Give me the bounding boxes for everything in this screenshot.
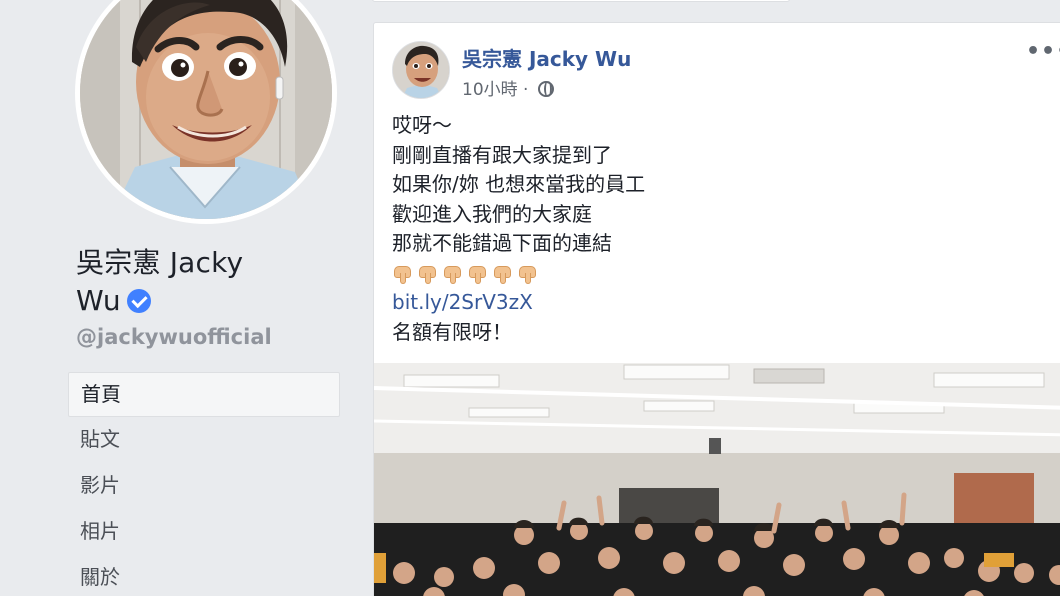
group-photo-illustration bbox=[374, 363, 1060, 596]
post-timestamp[interactable]: 10小時 bbox=[462, 80, 518, 100]
page-title-line1: 吳宗憲 Jacky bbox=[76, 246, 244, 279]
post-card: 吳宗憲 Jacky Wu 10小時 · ••• 哎呀～ 剛剛直播有跟大家提到了 … bbox=[373, 22, 1060, 596]
post-body: 哎呀～ 剛剛直播有跟大家提到了 如果你/妳 也想來當我的員工 歡迎進入我們的大家… bbox=[392, 111, 1032, 347]
profile-picture-frame[interactable] bbox=[75, 0, 337, 224]
globe-icon[interactable] bbox=[537, 81, 554, 97]
profile-picture[interactable] bbox=[80, 0, 332, 219]
composer-card-edge bbox=[372, 0, 790, 2]
meta-separator: · bbox=[523, 80, 529, 100]
page-sidebar: 吳宗憲 Jacky Wu @jackywuofficial 首頁 貼文 影片 相… bbox=[0, 0, 356, 596]
verified-badge-icon bbox=[126, 289, 151, 313]
nav-item-posts[interactable]: 貼文 bbox=[68, 418, 340, 463]
composer-strip bbox=[356, 0, 1060, 22]
pointing-down-icon bbox=[467, 263, 489, 285]
nav-item-home[interactable]: 首頁 bbox=[68, 372, 340, 417]
post-link[interactable]: bit.ly/2SrV3zX bbox=[392, 290, 533, 314]
nav-item-photos[interactable]: 相片 bbox=[68, 510, 340, 555]
post-author-avatar[interactable] bbox=[392, 41, 450, 99]
profile-face-illustration bbox=[80, 0, 332, 219]
page-title[interactable]: 吳宗憲 Jacky Wu bbox=[76, 244, 336, 320]
nav-item-about[interactable]: 關於 bbox=[68, 556, 340, 596]
page-title-line2: Wu bbox=[76, 284, 121, 317]
post-line: 如果你/妳 也想來當我的員工 bbox=[392, 172, 646, 196]
page-nav: 首頁 貼文 影片 相片 關於 bbox=[68, 372, 340, 596]
post-meta: 10小時 · bbox=[462, 75, 554, 100]
post-line: 剛剛直播有跟大家提到了 bbox=[392, 142, 612, 167]
pointing-down-icon bbox=[492, 263, 514, 285]
more-options-button[interactable]: ••• bbox=[1026, 39, 1060, 64]
nav-item-videos[interactable]: 影片 bbox=[68, 464, 340, 509]
page-handle[interactable]: @jackywuofficial bbox=[76, 325, 272, 349]
post-line: 名額有限呀！ bbox=[392, 319, 512, 344]
post-line-link: bit.ly/2SrV3zX bbox=[392, 288, 1032, 318]
post-line: 歡迎進入我們的大家庭 bbox=[392, 201, 592, 226]
post-photo[interactable] bbox=[374, 363, 1060, 596]
pointing-down-icon bbox=[442, 263, 464, 285]
post-line: 那就不能錯過下面的連結 bbox=[392, 231, 612, 255]
pointing-down-icon bbox=[517, 263, 539, 285]
pointing-down-icon bbox=[392, 263, 414, 285]
pointing-down-icon bbox=[417, 263, 439, 285]
avatar-face-illustration bbox=[393, 42, 449, 98]
post-author-name[interactable]: 吳宗憲 Jacky Wu bbox=[462, 43, 631, 72]
emoji-row bbox=[392, 259, 1032, 289]
post-line: 哎呀～ bbox=[392, 113, 452, 137]
